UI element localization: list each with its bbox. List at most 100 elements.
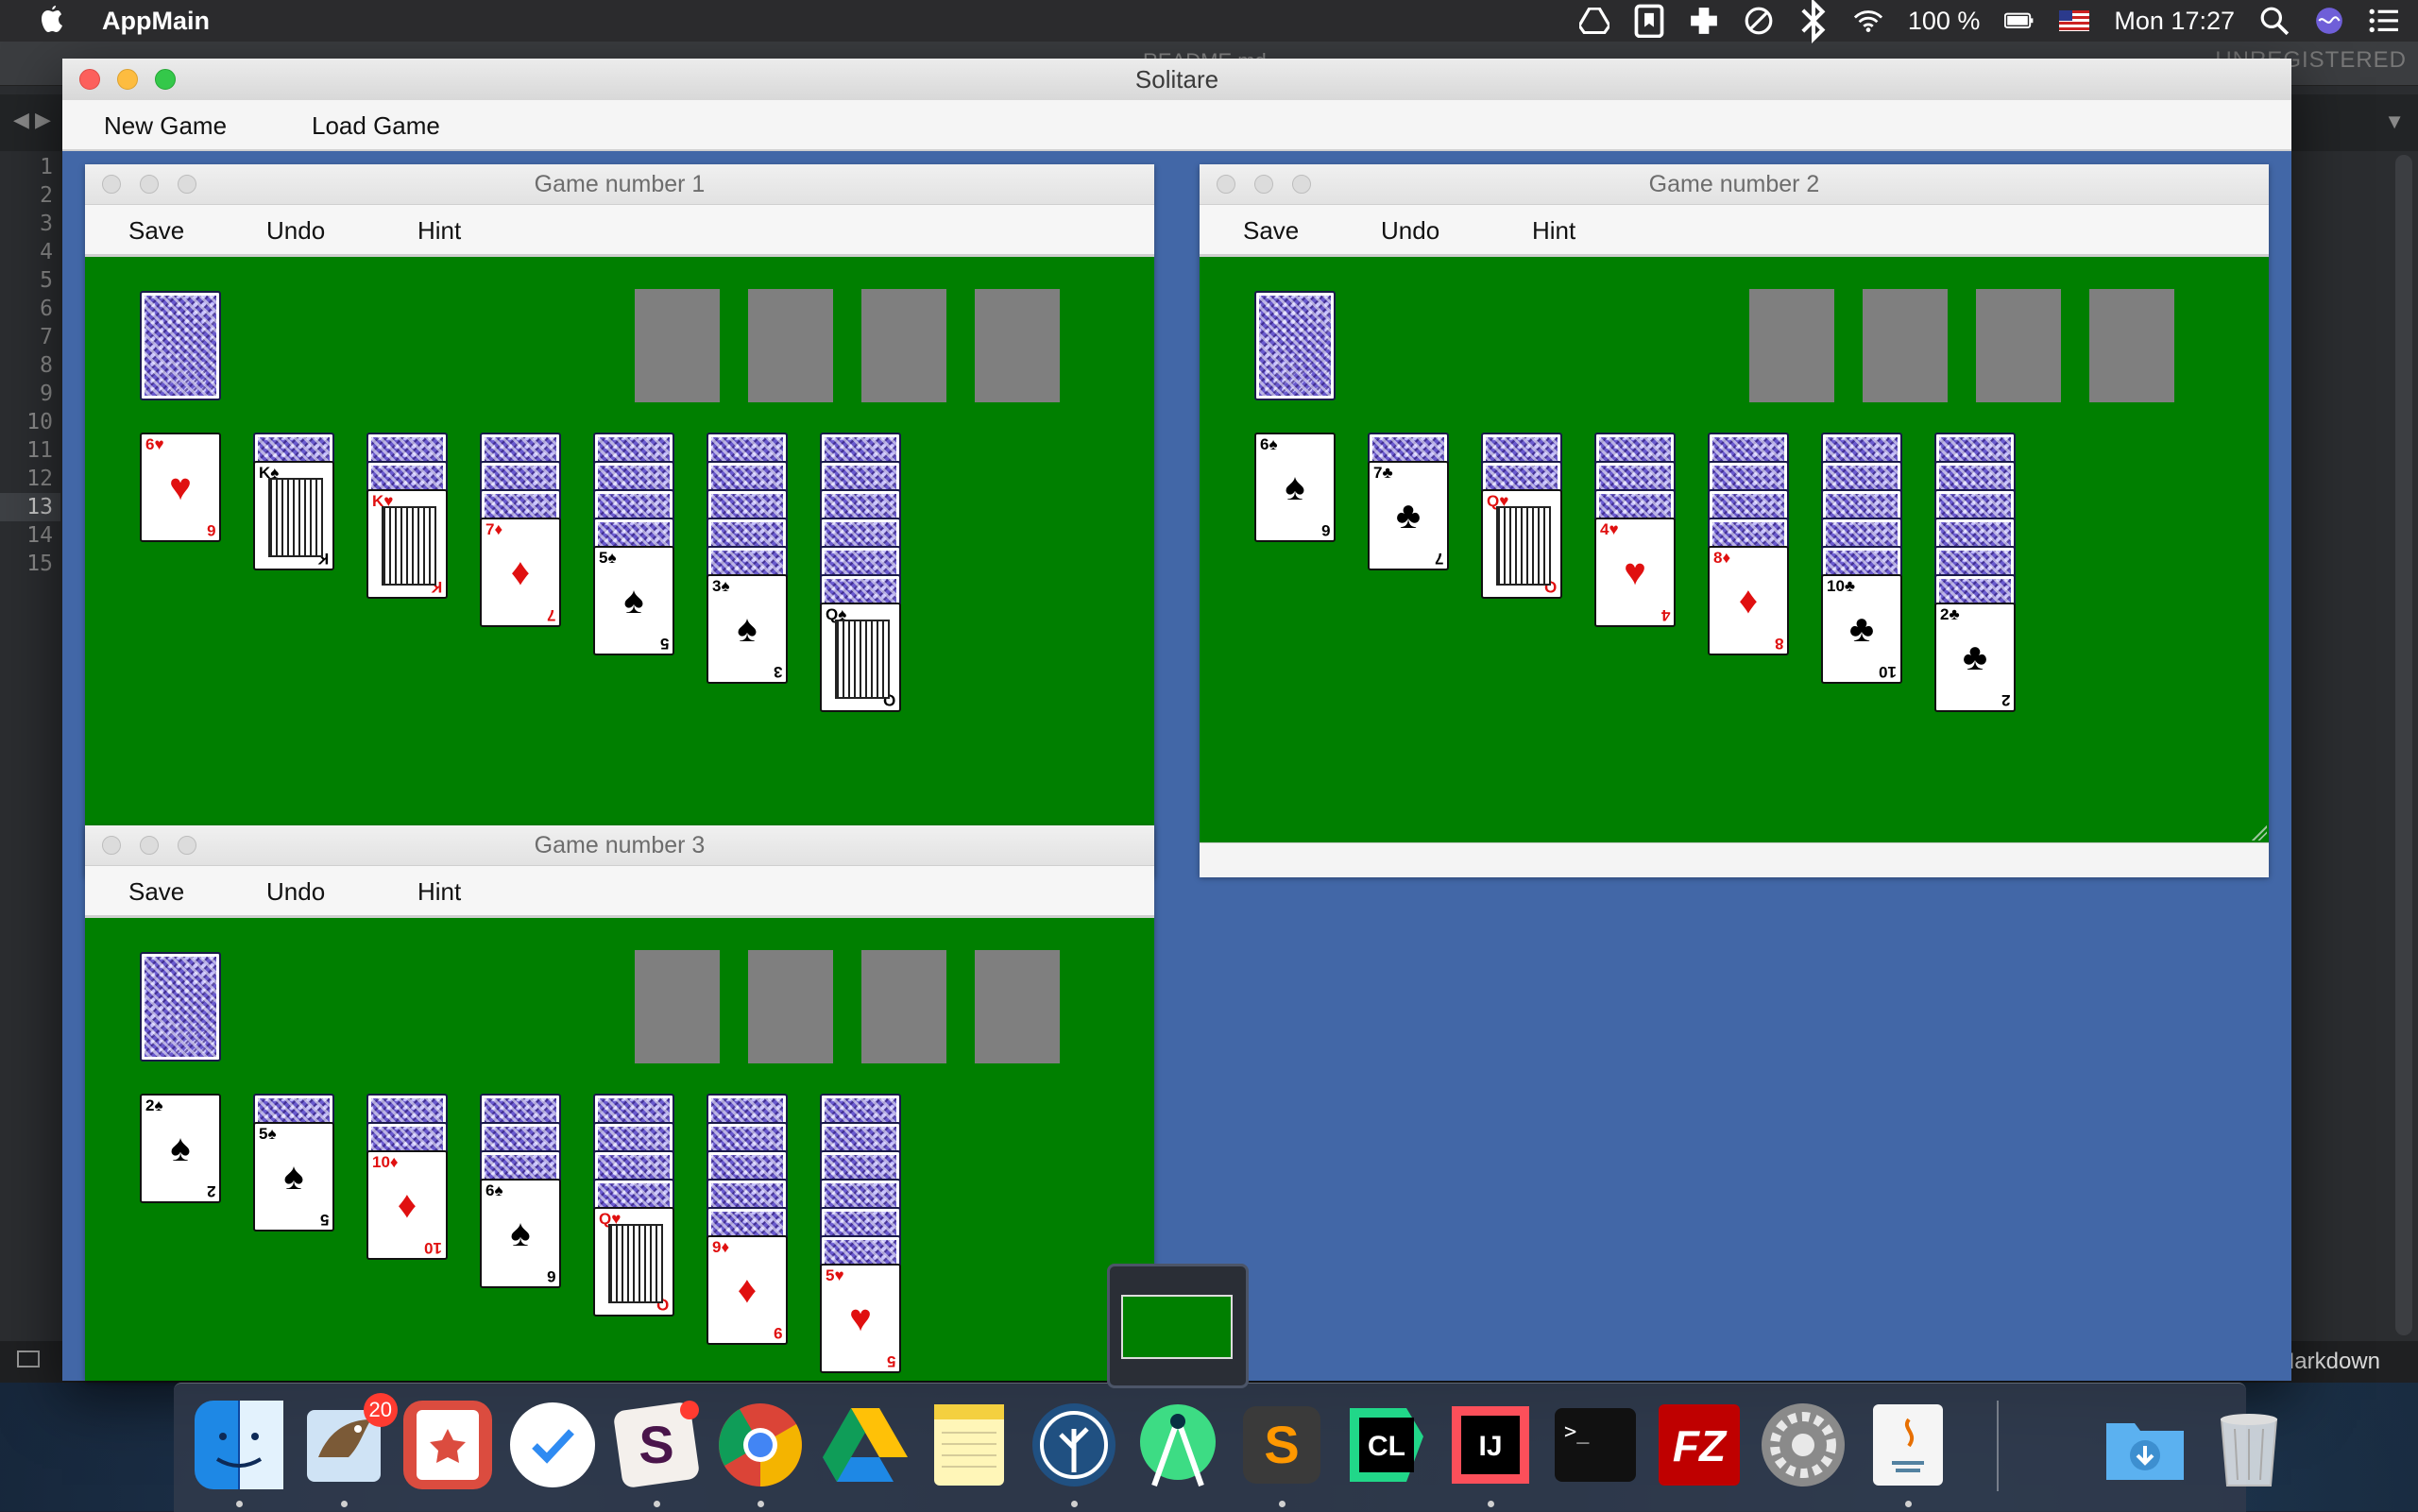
stock-pile[interactable] [140,291,221,400]
trash-icon[interactable] [2205,1401,2293,1489]
filezilla-icon[interactable]: FZ [1655,1401,1744,1489]
finder-icon[interactable] [195,1401,284,1489]
playing-card[interactable]: 4♥ 4 ♥ [1594,518,1676,627]
us-flag-icon[interactable] [2059,7,2090,35]
close-button[interactable] [102,175,121,194]
bookmark-icon[interactable] [1634,4,1664,38]
playing-card[interactable]: 3♠ 3 ♠ [707,574,788,684]
battery-percent[interactable]: 100 % [1908,7,1981,36]
resize-grip[interactable] [2252,825,2267,841]
undo-menu[interactable]: Undo [266,877,325,907]
battery-icon[interactable] [2004,7,2035,35]
game-frame-1[interactable]: Game number 1 Save Undo Hint 6♥ 6 ♥ K♠ K K♥ K 7♦ 7 ♦ 5… [85,164,1154,877]
foundation-slot[interactable] [975,289,1060,402]
plus-cross-icon[interactable] [1689,7,1719,35]
game-board[interactable]: 6♥ 6 ♥ K♠ K K♥ K 7♦ 7 ♦ 5♠ 5 ♠ 3♠ 3 ♠ Q♠ Q [85,257,1154,842]
zoom-button[interactable] [155,69,176,90]
foundation-slot[interactable] [1976,289,2061,402]
game-title-bar[interactable]: Game number 3 [85,825,1154,866]
playing-card[interactable]: 6♥ 6 ♥ [140,433,221,542]
game-board[interactable]: 2♠ 2 ♠ 5♠ 5 ♠ 10♦ 10 ♦ 6♠ 6 ♠ Q♥ Q 9♦ 9 ♦ 5♥ 5 ♥ [85,918,1154,1381]
playing-card[interactable]: 8♦ 8 ♦ [1708,546,1789,655]
playing-card[interactable]: 5♥ 5 ♥ [820,1264,901,1373]
wifi-icon[interactable] [1853,7,1883,35]
minimize-button[interactable] [117,69,138,90]
playing-card[interactable]: K♠ K [253,461,334,570]
terminal-icon[interactable]: >_ [1551,1401,1640,1489]
bluetooth-icon[interactable] [1798,0,1829,43]
save-menu[interactable]: Save [1243,216,1299,246]
clion-icon[interactable]: CL [1342,1401,1431,1489]
playing-card[interactable]: 5♠ 5 ♠ [593,546,674,655]
foundation-slot[interactable] [975,950,1060,1063]
sublime-icon[interactable]: S [1237,1401,1326,1489]
playing-card[interactable]: 9♦ 9 ♦ [707,1235,788,1345]
playing-card[interactable]: 7♦ 7 ♦ [480,518,561,627]
foundation-slot[interactable] [635,289,720,402]
sourcetree-icon[interactable] [1030,1401,1118,1489]
playing-card[interactable]: 2♣ 2 ♣ [1934,603,2016,712]
minimize-button[interactable] [140,836,159,855]
playing-card[interactable]: 10♣ 10 ♣ [1821,574,1902,684]
gear-icon[interactable] [1759,1401,1848,1489]
playing-card[interactable]: Q♠ Q [820,603,901,712]
solitaire-window[interactable]: Solitare New Game Load Game Game number … [62,59,2291,1381]
foundation-slot[interactable] [635,950,720,1063]
zoom-button[interactable] [178,836,196,855]
solitaire-title-bar[interactable]: Solitare [62,59,2291,101]
game-frame-3[interactable]: Game number 3 Save Undo Hint 2♠ 2 ♠ 5♠ 5 ♠ 10♦ 10 ♦ 6… [85,825,1154,1381]
playing-card[interactable]: 10♦ 10 ♦ [366,1150,448,1260]
foundation-slot[interactable] [1749,289,1834,402]
game-frame-2[interactable]: Game number 2 Save Undo Hint 6♠ 6 ♠ 7♣ 7 ♣ Q♥ Q 4♥ 4 ♥… [1200,164,2269,877]
java-icon[interactable] [1864,1401,1952,1489]
google-drive-icon[interactable] [1578,7,1609,35]
playing-card[interactable]: Q♥ Q [593,1207,674,1317]
stock-pile[interactable] [140,952,221,1062]
zoom-button[interactable] [178,175,196,194]
minimize-button[interactable] [1254,175,1273,194]
zoom-button[interactable] [1292,175,1311,194]
hint-menu[interactable]: Hint [417,877,461,907]
close-button[interactable] [79,69,100,90]
chrome-icon[interactable] [716,1401,805,1489]
panel-toggle-icon[interactable] [17,1351,40,1368]
playing-card[interactable]: 5♠ 5 ♠ [253,1122,334,1232]
siri-icon[interactable] [2314,7,2344,35]
drive-icon[interactable] [821,1401,910,1489]
nav-arrows-icon[interactable]: ◀ ▶ [13,108,51,132]
foundation-slot[interactable] [861,289,946,402]
apple-icon[interactable] [38,5,66,37]
close-button[interactable] [102,836,121,855]
load-game-menu[interactable]: Load Game [312,111,440,141]
checkmark-icon[interactable] [508,1401,597,1489]
playing-card[interactable]: 2♠ 2 ♠ [140,1094,221,1203]
new-game-menu[interactable]: New Game [104,111,227,141]
playing-card[interactable]: K♥ K [366,489,448,599]
downloads-folder-icon[interactable] [2101,1401,2189,1489]
foundation-slot[interactable] [2089,289,2174,402]
wunderlist-icon[interactable] [403,1401,493,1489]
chevron-down-icon[interactable]: ▼ [2384,110,2405,134]
hint-menu[interactable]: Hint [1532,216,1575,246]
playing-card[interactable]: 6♠ 6 ♠ [1254,433,1336,542]
stock-pile[interactable] [1254,291,1336,400]
save-menu[interactable]: Save [128,877,184,907]
game-title-bar[interactable]: Game number 1 [85,164,1154,205]
playing-card[interactable]: 6♠ 6 ♠ [480,1179,561,1288]
game-board[interactable]: 6♠ 6 ♠ 7♣ 7 ♣ Q♥ Q 4♥ 4 ♥ 8♦ 8 ♦ 10♣ 10 ♣ 2♣ 2 ♣ [1200,257,2269,842]
editor-scrollbar[interactable] [2395,155,2412,1335]
foundation-slot[interactable] [748,289,833,402]
search-icon[interactable] [2259,7,2290,36]
intellij-icon[interactable]: IJ [1446,1401,1535,1489]
clock[interactable]: Mon 17:27 [2114,7,2235,36]
notes-icon[interactable] [925,1401,1013,1489]
foundation-slot[interactable] [748,950,833,1063]
game-title-bar[interactable]: Game number 2 [1200,164,2269,205]
mail-icon[interactable]: 20 [299,1393,398,1489]
menu-list-icon[interactable] [2369,7,2399,35]
hint-menu[interactable]: Hint [417,216,461,246]
playing-card[interactable]: Q♥ Q [1481,489,1562,599]
undo-menu[interactable]: Undo [1381,216,1439,246]
minimized-window-preview[interactable] [1107,1264,1249,1388]
active-app-name[interactable]: AppMain [102,7,210,36]
